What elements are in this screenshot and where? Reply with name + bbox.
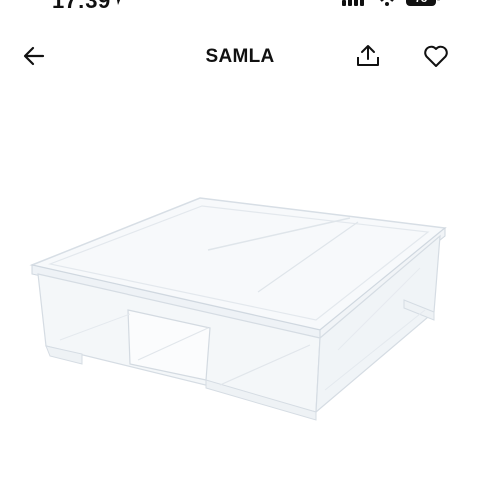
battery-level: 73 — [415, 0, 427, 5]
status-time: 17:39 — [52, 0, 111, 13]
share-button[interactable] — [348, 38, 388, 78]
wifi-icon — [376, 0, 398, 11]
status-bar: 17:39 73 — [0, 0, 480, 14]
back-arrow-icon — [22, 44, 46, 73]
status-icons: 73 — [342, 0, 442, 12]
page-title: SAMLA — [205, 46, 275, 67]
signal-icon — [342, 0, 368, 11]
heart-icon — [423, 44, 449, 73]
share-icon — [355, 43, 381, 74]
favorite-button[interactable] — [416, 38, 456, 78]
back-button[interactable] — [14, 38, 54, 78]
product-image[interactable] — [20, 150, 460, 450]
battery-icon: 73 — [406, 0, 440, 11]
header: SAMLA — [0, 38, 480, 78]
location-arrow-icon — [110, 0, 124, 11]
